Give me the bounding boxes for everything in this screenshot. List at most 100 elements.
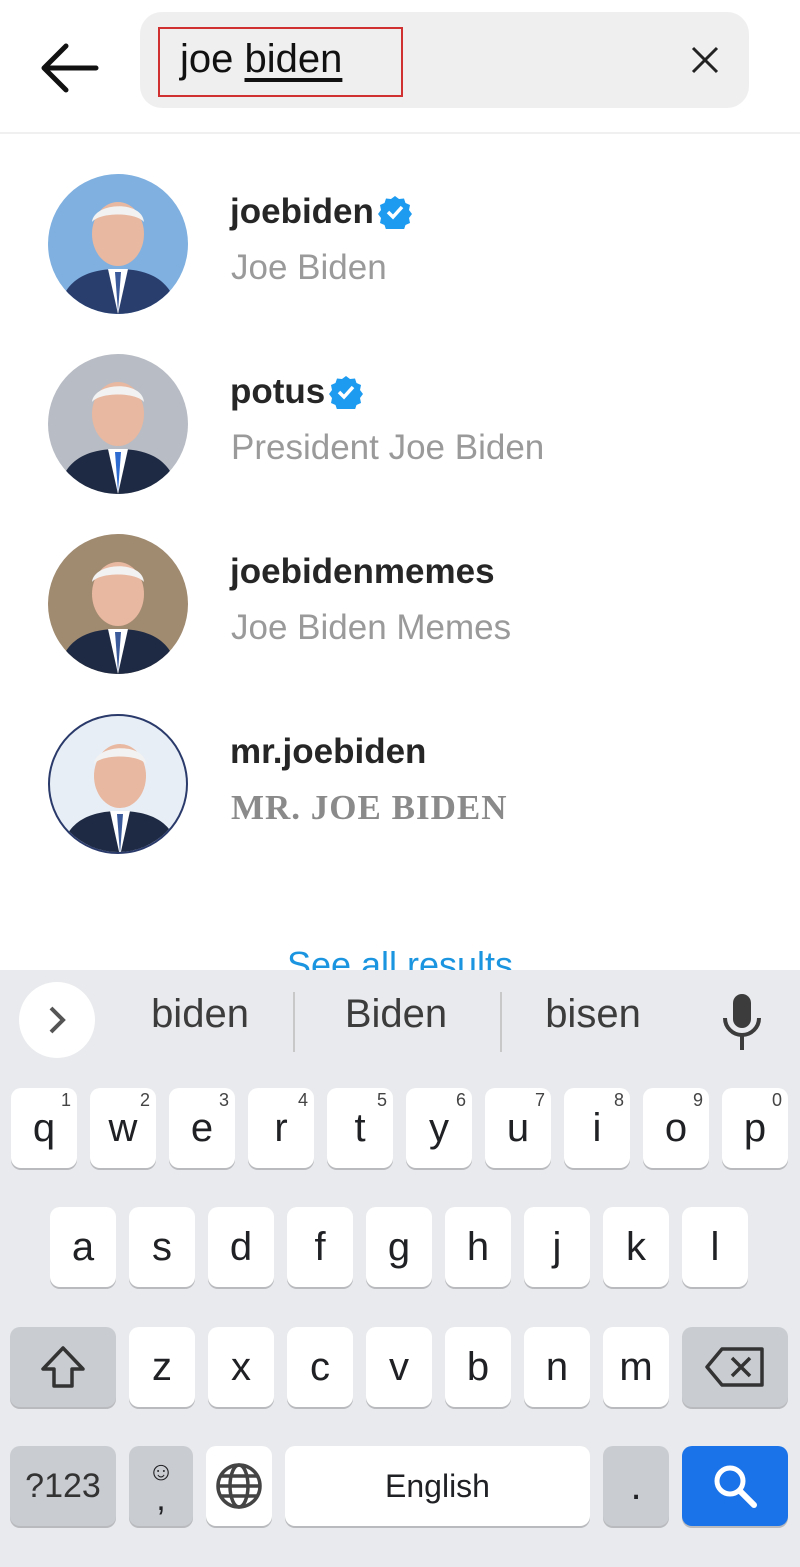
result-username: joebidenmemes: [230, 552, 495, 592]
backspace-icon: [705, 1347, 764, 1387]
profile-photo: [58, 202, 178, 314]
avatar[interactable]: [48, 714, 188, 854]
verified-badge-icon: [377, 196, 412, 229]
key-hint: 0: [771, 1090, 782, 1110]
key-n[interactable]: n: [524, 1327, 590, 1407]
profile-photo: [58, 562, 178, 674]
search-input[interactable]: joe biden: [140, 12, 749, 108]
expand-toolbar-button[interactable]: [19, 982, 95, 1058]
username-text: mr.joebiden: [230, 732, 427, 771]
key-s[interactable]: s: [129, 1207, 195, 1287]
key-c[interactable]: c: [287, 1327, 353, 1407]
key-q[interactable]: 1q: [11, 1088, 77, 1168]
key-y[interactable]: 6y: [406, 1088, 472, 1168]
key-h[interactable]: h: [445, 1207, 511, 1287]
key-hint: 7: [534, 1090, 545, 1110]
shift-icon: [41, 1346, 85, 1388]
username-text: potus: [230, 372, 326, 411]
search-result[interactable]: joebidenmemes Joe Biden Memes: [0, 530, 800, 710]
key-hint: 9: [692, 1090, 703, 1110]
key-k[interactable]: k: [603, 1207, 669, 1287]
username-text: joebiden: [230, 192, 374, 231]
comma-label: ,: [156, 1480, 166, 1518]
avatar[interactable]: [48, 354, 188, 494]
key-hint: 4: [297, 1090, 308, 1110]
suggestion[interactable]: bisen: [493, 992, 693, 1037]
language-key[interactable]: [206, 1446, 272, 1526]
suggestion-bar: biden Biden bisen: [0, 970, 800, 1070]
key-l[interactable]: l: [682, 1207, 748, 1287]
key-label: i: [592, 1105, 602, 1150]
key-hint: 1: [60, 1090, 71, 1110]
avatar[interactable]: [48, 174, 188, 314]
search-result[interactable]: joebiden Joe Biden: [0, 170, 800, 350]
search-query[interactable]: joe biden: [158, 27, 403, 97]
symbols-key[interactable]: ?123: [10, 1446, 116, 1526]
profile-photo: [60, 744, 180, 852]
period-key[interactable]: .: [603, 1446, 669, 1526]
key-f[interactable]: f: [287, 1207, 353, 1287]
search-result[interactable]: mr.joebiden MR. JOE BIDEN: [0, 710, 800, 890]
suggestion[interactable]: biden: [100, 992, 300, 1037]
key-label: r: [274, 1105, 288, 1150]
key-label: o: [664, 1105, 688, 1150]
key-label: w: [108, 1105, 138, 1150]
key-b[interactable]: b: [445, 1327, 511, 1407]
key-label: p: [743, 1105, 767, 1150]
result-full-name: Joe Biden Memes: [231, 608, 512, 647]
key-label: e: [190, 1105, 214, 1150]
key-hint: 2: [139, 1090, 150, 1110]
back-arrow-icon[interactable]: [38, 40, 100, 96]
query-text: joe: [180, 37, 245, 81]
chevron-right-icon: [49, 1006, 66, 1034]
search-header: joe biden: [0, 0, 800, 134]
backspace-key[interactable]: [682, 1327, 788, 1407]
key-z[interactable]: z: [129, 1327, 195, 1407]
clear-icon[interactable]: [689, 44, 721, 76]
result-username: mr.joebiden: [230, 732, 426, 772]
space-key[interactable]: English: [285, 1446, 590, 1526]
globe-icon: [216, 1463, 262, 1509]
suggestion[interactable]: Biden: [296, 992, 496, 1037]
search-key[interactable]: [682, 1446, 788, 1526]
keyboard: biden Biden bisen 1q2w3e4r5t6y7u8i9o0p a…: [0, 970, 800, 1567]
key-label: y: [429, 1105, 449, 1150]
key-x[interactable]: x: [208, 1327, 274, 1407]
key-r[interactable]: 4r: [248, 1088, 314, 1168]
key-u[interactable]: 7u: [485, 1088, 551, 1168]
key-e[interactable]: 3e: [169, 1088, 235, 1168]
key-hint: 6: [455, 1090, 466, 1110]
key-label: t: [354, 1105, 366, 1150]
key-m[interactable]: m: [603, 1327, 669, 1407]
divider: [293, 992, 295, 1052]
result-username: potus: [230, 372, 364, 412]
profile-photo: [58, 382, 178, 494]
microphone-icon[interactable]: [720, 992, 764, 1052]
verified-badge-icon: [329, 376, 364, 409]
key-label: q: [32, 1105, 56, 1150]
key-o[interactable]: 9o: [643, 1088, 709, 1168]
key-hint: 8: [613, 1090, 624, 1110]
key-d[interactable]: d: [208, 1207, 274, 1287]
key-i[interactable]: 8i: [564, 1088, 630, 1168]
key-v[interactable]: v: [366, 1327, 432, 1407]
composing-text: biden: [244, 37, 343, 81]
username-text: joebidenmemes: [230, 552, 495, 591]
key-t[interactable]: 5t: [327, 1088, 393, 1168]
key-g[interactable]: g: [366, 1207, 432, 1287]
key-w[interactable]: 2w: [90, 1088, 156, 1168]
result-full-name: President Joe Biden: [231, 428, 545, 467]
key-j[interactable]: j: [524, 1207, 590, 1287]
search-icon: [714, 1465, 757, 1508]
result-username: joebiden: [230, 192, 412, 232]
search-result[interactable]: potus President Joe Biden: [0, 350, 800, 530]
shift-key[interactable]: [10, 1327, 116, 1407]
result-full-name: Joe Biden: [231, 248, 387, 287]
emoji-comma-key[interactable]: ☺,: [129, 1446, 193, 1526]
key-hint: 3: [218, 1090, 229, 1110]
result-full-name: MR. JOE BIDEN: [231, 788, 508, 827]
key-p[interactable]: 0p: [722, 1088, 788, 1168]
avatar[interactable]: [48, 534, 188, 674]
key-a[interactable]: a: [50, 1207, 116, 1287]
key-hint: 5: [376, 1090, 387, 1110]
